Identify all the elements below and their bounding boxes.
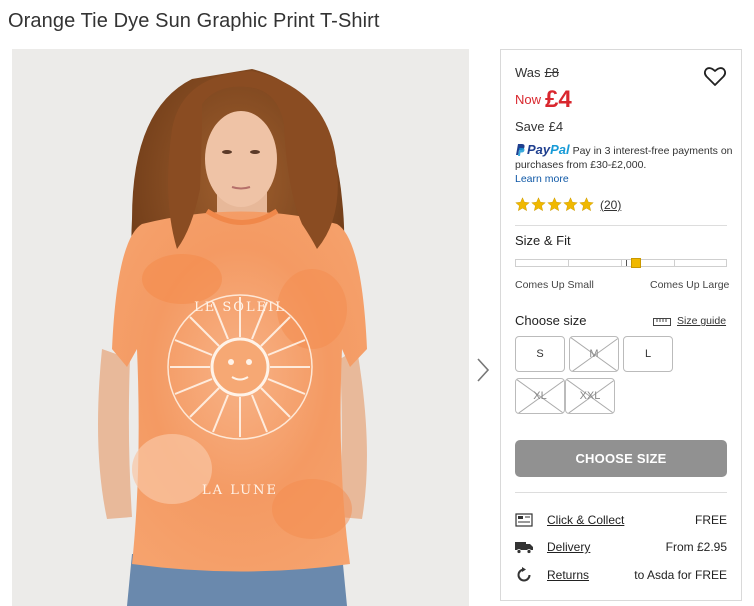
price-save: Save £4: [515, 119, 563, 134]
rating-stars: [515, 197, 594, 212]
paypal-logo-pay: Pay: [527, 142, 551, 157]
fit-reference-tick: [626, 260, 627, 266]
size-option-label: M: [589, 348, 599, 360]
review-count-link[interactable]: (20): [600, 198, 621, 212]
fit-large-label: Comes Up Large: [650, 279, 730, 291]
next-image-arrow-icon[interactable]: [474, 355, 492, 385]
delivery-link[interactable]: Delivery: [547, 540, 590, 554]
product-image[interactable]: LE SOLEIL LA LUNE: [12, 49, 469, 606]
save-label: Save: [515, 119, 545, 134]
size-guide-link[interactable]: Size guide: [653, 315, 726, 327]
star-icon: [515, 197, 530, 212]
returns-row: Returns to Asda for FREE: [515, 566, 727, 584]
click-collect-row: Click & Collect FREE: [515, 511, 727, 529]
size-fit-title: Size & Fit: [515, 233, 571, 248]
size-option-label: L: [644, 348, 652, 360]
divider: [515, 225, 727, 226]
shirt-print-bottom: LA LUNE: [202, 483, 278, 498]
purchase-panel: Was £8 Now £4 Save £4 PayPal Pay in 3 inter…: [500, 49, 742, 601]
delivery-row: Delivery From £2.95: [515, 538, 727, 556]
returns-value: to Asda for FREE: [634, 568, 727, 582]
size-option-label: S: [536, 348, 544, 360]
heart-icon[interactable]: [703, 64, 727, 88]
price-was: Was £8: [515, 65, 559, 80]
size-fit-marker: [631, 258, 641, 268]
truck-icon: [515, 539, 533, 555]
product-photo: LE SOLEIL LA LUNE: [12, 49, 469, 606]
paypal-icon: [516, 144, 525, 156]
star-icon: [547, 197, 562, 212]
was-price: £8: [544, 65, 559, 80]
learn-more-link[interactable]: Learn more: [515, 172, 733, 186]
click-collect-link[interactable]: Click & Collect: [547, 513, 624, 527]
divider: [515, 492, 727, 493]
price-now: Now £4: [515, 86, 572, 114]
size-option-label: XXL: [579, 390, 601, 402]
store-icon: [515, 512, 533, 528]
returns-link[interactable]: Returns: [547, 568, 589, 582]
fit-tick: [621, 260, 622, 266]
size-guide-label: Size guide: [677, 315, 727, 327]
fit-small-label: Comes Up Small: [515, 279, 594, 291]
size-option-xxl[interactable]: XXL: [565, 378, 615, 414]
rating: (20): [515, 197, 621, 212]
now-price: £4: [545, 86, 572, 113]
size-fit-scale: [515, 258, 727, 268]
ruler-icon: [653, 318, 671, 326]
returns-icon: [515, 567, 533, 583]
fit-tick: [568, 260, 569, 266]
sun-graphic: [167, 294, 313, 440]
save-amount: £4: [548, 119, 564, 134]
star-icon: [579, 197, 594, 212]
shirt-print-top: LE SOLEIL: [194, 300, 286, 315]
paypal-message: PayPal Pay in 3 interest-free payments o…: [515, 143, 733, 186]
size-option-label: XL: [533, 390, 547, 402]
star-icon: [563, 197, 578, 212]
product-title: Orange Tie Dye Sun Graphic Print T-Shirt: [8, 10, 380, 32]
now-label: Now: [515, 92, 542, 107]
size-option-s[interactable]: S: [515, 336, 565, 372]
choose-size-title: Choose size: [515, 313, 587, 328]
size-option-xl[interactable]: XL: [515, 378, 565, 414]
was-label: Was: [515, 65, 541, 80]
paypal-logo: PayPal: [527, 142, 570, 157]
click-collect-value: FREE: [694, 513, 727, 527]
star-icon: [531, 197, 546, 212]
fit-tick: [674, 260, 675, 266]
delivery-value: From £2.95: [665, 540, 727, 554]
paypal-logo-pal: Pal: [550, 142, 570, 157]
size-option-l[interactable]: L: [623, 336, 673, 372]
size-option-m[interactable]: M: [569, 336, 619, 372]
choose-size-button[interactable]: CHOOSE SIZE: [515, 440, 727, 477]
